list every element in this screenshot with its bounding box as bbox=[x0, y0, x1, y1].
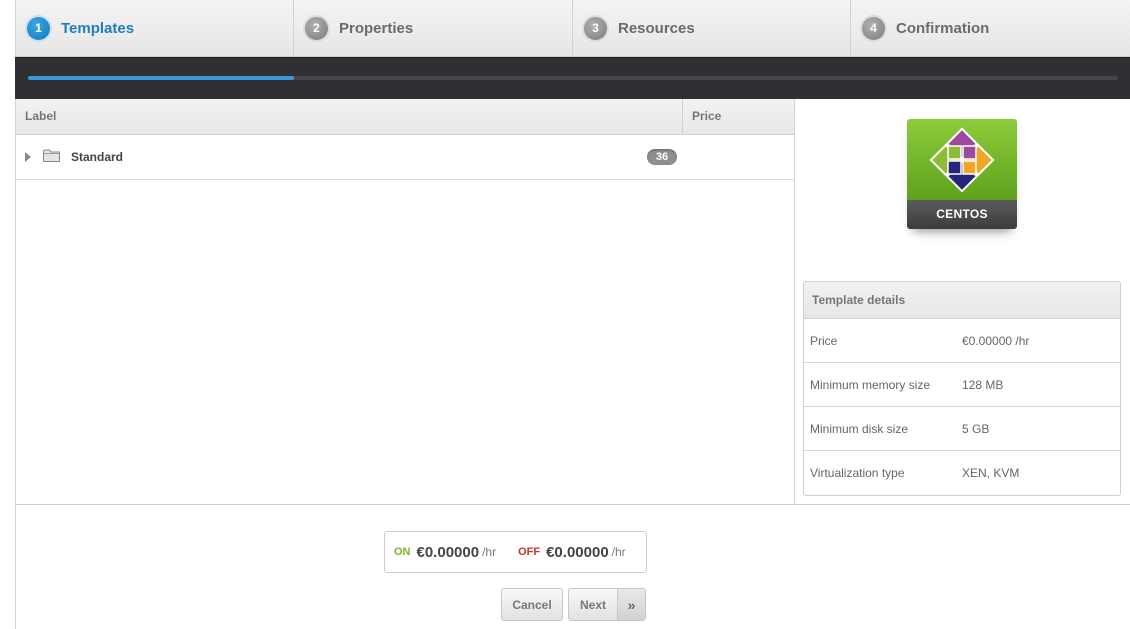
next-button[interactable]: Next » bbox=[568, 588, 646, 621]
wizard-steps: 1 Templates 2 Properties 3 Resources 4 C… bbox=[15, 0, 1130, 57]
detail-row: Price €0.00000 /hr bbox=[804, 319, 1120, 363]
table-row[interactable]: Standard 36 bbox=[16, 135, 794, 180]
next-button-label: Next bbox=[579, 597, 606, 612]
on-label: ON bbox=[394, 546, 411, 558]
template-preview-panel: CENTOS Template details Price €0.00000 /… bbox=[795, 99, 1130, 505]
progress-fill bbox=[28, 76, 294, 80]
detail-key: Minimum disk size bbox=[810, 421, 909, 436]
wizard-footer: ON €0.00000 /hr OFF €0.00000 /hr Cancel … bbox=[15, 504, 1130, 629]
count-badge: 36 bbox=[647, 149, 677, 165]
wizard-progress-bar bbox=[15, 57, 1130, 99]
detail-row: Minimum memory size 128 MB bbox=[804, 363, 1120, 407]
step-templates[interactable]: 1 Templates bbox=[16, 0, 294, 56]
step-properties[interactable]: 2 Properties bbox=[294, 0, 573, 56]
off-amount: €0.00000 bbox=[546, 543, 609, 561]
progress-track bbox=[28, 76, 1118, 80]
step-label: Properties bbox=[339, 19, 414, 37]
cancel-button[interactable]: Cancel bbox=[501, 588, 563, 621]
centos-emblem-icon bbox=[907, 119, 1017, 200]
detail-key: Minimum memory size bbox=[810, 377, 931, 392]
folder-icon bbox=[43, 149, 60, 162]
column-header-label[interactable]: Label bbox=[16, 99, 683, 134]
off-label: OFF bbox=[518, 546, 541, 558]
step-number: 4 bbox=[862, 16, 885, 40]
detail-value: €0.00000 /hr bbox=[962, 333, 1030, 348]
on-amount: €0.00000 bbox=[416, 543, 480, 561]
template-table: Label Price Standard 36 bbox=[15, 99, 795, 505]
step-resources[interactable]: 3 Resources bbox=[573, 0, 851, 56]
step-number: 3 bbox=[584, 16, 607, 40]
step-label: Confirmation bbox=[896, 19, 990, 37]
details-title: Template details bbox=[804, 282, 1120, 319]
double-chevron-right-icon: » bbox=[617, 589, 645, 620]
column-header-price[interactable]: Price bbox=[683, 99, 730, 134]
detail-key: Virtualization type bbox=[810, 466, 905, 480]
table-header: Label Price bbox=[16, 99, 794, 135]
detail-value: 5 GB bbox=[962, 421, 990, 436]
row-name: Standard bbox=[71, 150, 124, 164]
detail-row: Virtualization type XEN, KVM bbox=[804, 451, 1120, 495]
triangle-right-icon[interactable] bbox=[25, 152, 31, 162]
detail-row: Minimum disk size 5 GB bbox=[804, 407, 1120, 451]
step-number: 2 bbox=[305, 16, 328, 40]
logo-caption: CENTOS bbox=[907, 200, 1017, 229]
step-confirmation[interactable]: 4 Confirmation bbox=[851, 0, 1130, 56]
detail-value: 128 MB bbox=[962, 377, 1004, 392]
detail-key: Price bbox=[810, 333, 838, 348]
detail-value: XEN, KVM bbox=[962, 466, 1020, 480]
centos-logo: CENTOS bbox=[907, 119, 1017, 229]
off-unit: /hr bbox=[611, 545, 626, 559]
step-label: Resources bbox=[618, 19, 695, 37]
on-unit: /hr bbox=[482, 545, 497, 559]
step-number: 1 bbox=[27, 16, 50, 40]
price-summary: ON €0.00000 /hr OFF €0.00000 /hr bbox=[384, 531, 647, 573]
step-label: Templates bbox=[61, 19, 135, 37]
template-details-card: Template details Price €0.00000 /hr Mini… bbox=[803, 281, 1121, 496]
